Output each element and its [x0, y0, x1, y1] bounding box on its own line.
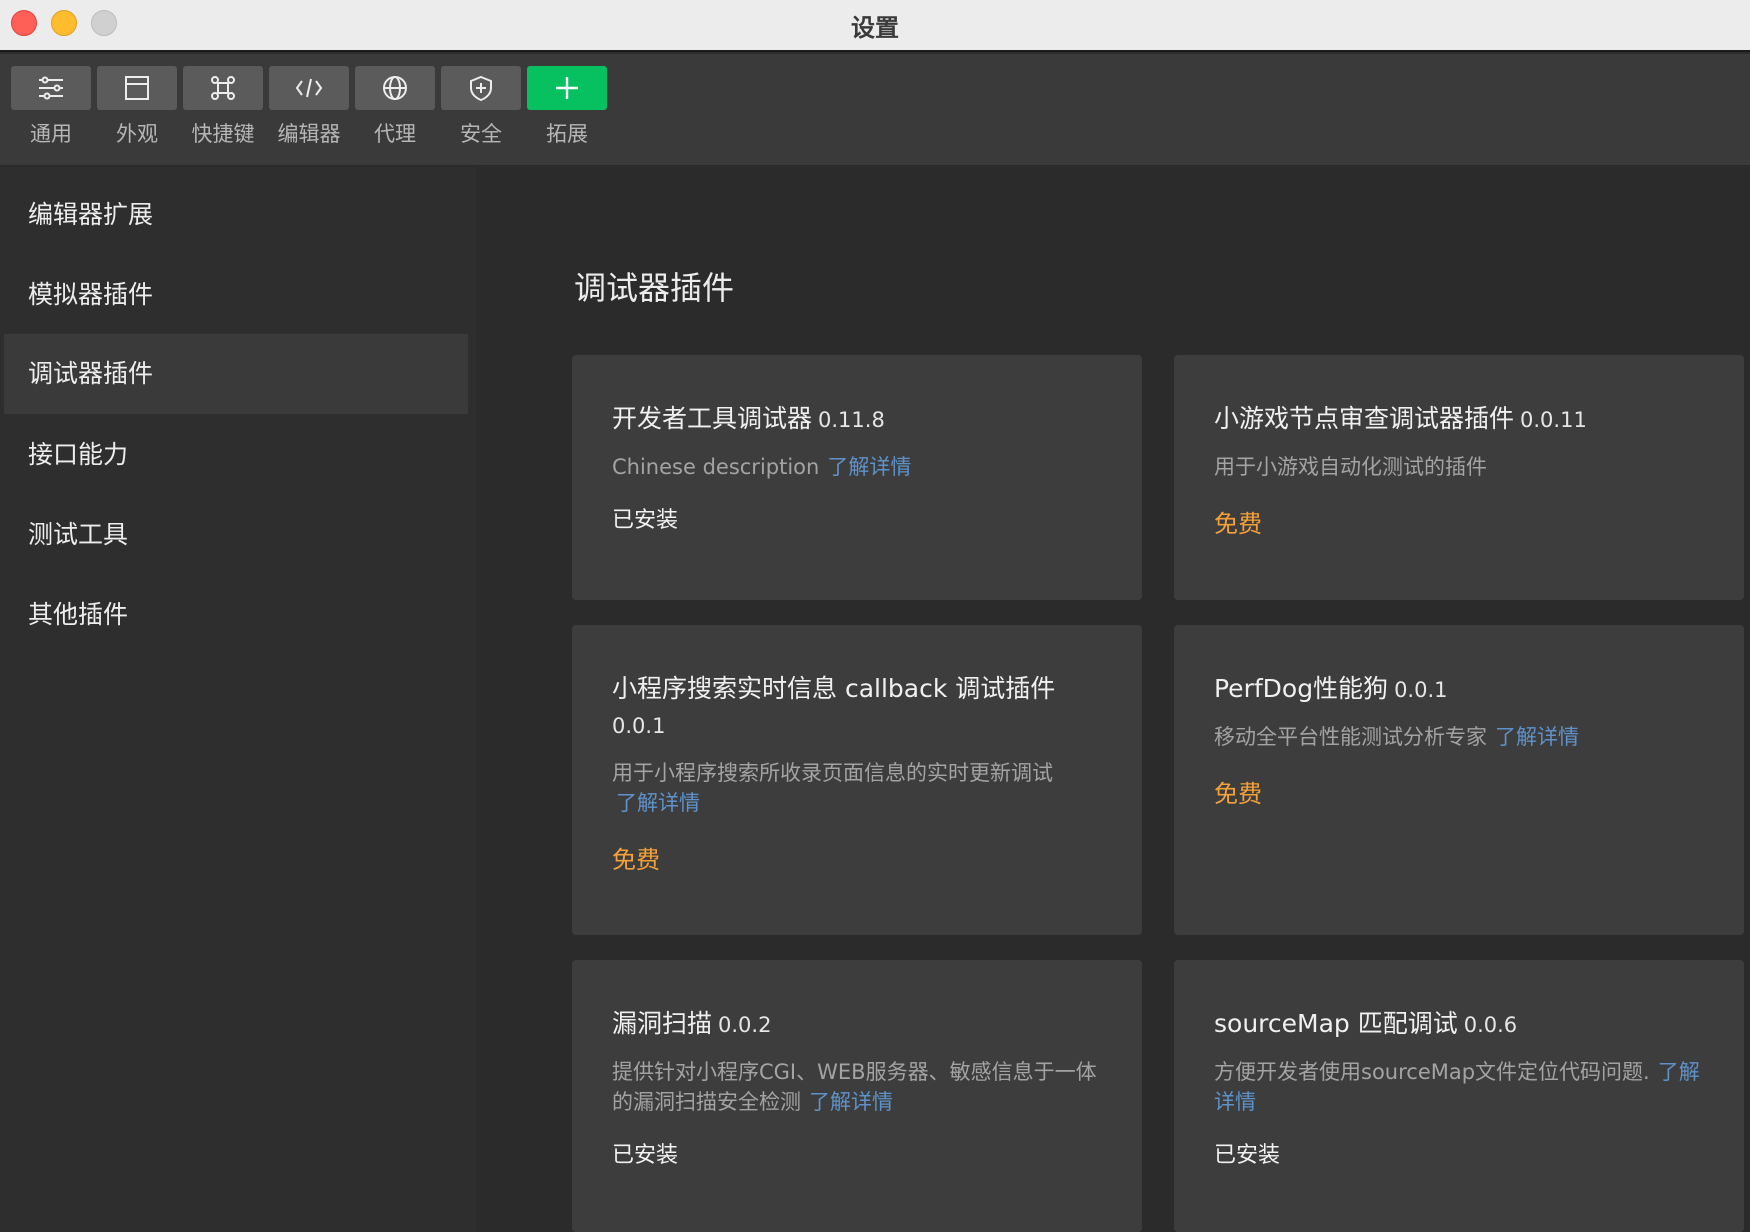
sidebar-item-other-plugins[interactable]: 其他插件: [4, 575, 468, 655]
tab-proxy-label: 代理: [374, 122, 416, 146]
page-title: 调试器插件: [574, 269, 735, 307]
settings-toolbar: 通用 外观 快捷键 编辑器 代理 安全 拓展: [0, 54, 1750, 166]
plugin-title: 小程序搜索实时信息 callback 调试插件 0.0.1: [612, 671, 1102, 744]
sidebar-item-editor-extensions[interactable]: 编辑器扩展: [4, 175, 468, 255]
tab-appearance[interactable]: 外观: [96, 66, 178, 162]
plugin-description: 方便开发者使用sourceMap文件定位代码问题. 了解详情: [1214, 1057, 1704, 1117]
plugin-description: Chinese description 了解详情: [612, 452, 1102, 482]
tab-extensions-label: 拓展: [546, 122, 588, 146]
command-icon: [183, 66, 263, 110]
plugin-version: 0.0.2: [718, 1013, 772, 1037]
plugin-description: 提供针对小程序CGI、WEB服务器、敏感信息于一体的漏洞扫描安全检测 了解详情: [612, 1057, 1102, 1117]
plugin-title: PerfDog性能狗 0.0.1: [1214, 671, 1704, 708]
plugin-name: sourceMap 匹配调试: [1214, 1009, 1458, 1038]
tab-shortcuts-label: 快捷键: [191, 122, 255, 146]
plus-icon: [527, 66, 607, 110]
plugin-card[interactable]: 小程序搜索实时信息 callback 调试插件 0.0.1 用于小程序搜索所收录页…: [572, 625, 1142, 935]
tab-shortcuts[interactable]: 快捷键: [182, 66, 264, 162]
plugin-description: 移动全平台性能测试分析专家 了解详情: [1214, 722, 1704, 752]
globe-icon: [355, 66, 435, 110]
tab-general-label: 通用: [30, 122, 72, 146]
plugin-version: 0.11.8: [818, 408, 885, 432]
plugin-description-text: 移动全平台性能测试分析专家: [1214, 725, 1487, 749]
tab-appearance-label: 外观: [116, 122, 158, 146]
plugin-title: sourceMap 匹配调试 0.0.6: [1214, 1006, 1704, 1043]
plugin-status: 已安装: [612, 508, 679, 533]
plugin-version: 0.0.6: [1463, 1013, 1518, 1037]
plugin-status: 已安装: [1214, 1143, 1281, 1168]
plugin-price: 免费: [1214, 510, 1262, 538]
plugin-name: PerfDog性能狗: [1214, 674, 1389, 703]
tab-editor[interactable]: 编辑器: [268, 66, 350, 162]
plugin-card[interactable]: sourceMap 匹配调试 0.0.6 方便开发者使用sourceMap文件定位…: [1174, 960, 1744, 1232]
plugin-description-text: Chinese description: [612, 455, 820, 479]
learn-more-link[interactable]: 了解详情: [809, 1090, 893, 1114]
plugin-status: 已安装: [612, 1143, 679, 1168]
plugin-name: 小程序搜索实时信息 callback 调试插件: [612, 674, 1056, 703]
window-title: 设置: [851, 14, 899, 42]
learn-more-link[interactable]: 了解详情: [616, 791, 700, 815]
sidebar: 编辑器扩展 模拟器插件 调试器插件 接口能力 测试工具 其他插件: [0, 167, 476, 1232]
plugin-version: 0.0.1: [1394, 678, 1448, 702]
tab-proxy[interactable]: 代理: [354, 66, 436, 162]
plugin-description: 用于小游戏自动化测试的插件: [1214, 452, 1704, 482]
plugin-card[interactable]: 开发者工具调试器 0.11.8 Chinese description 了解详情 已…: [572, 355, 1142, 600]
plugin-description-text: 用于小程序搜索所收录页面信息的实时更新调试: [612, 761, 1053, 785]
plugin-title: 小游戏节点审查调试器插件 0.0.11: [1214, 401, 1704, 438]
tab-security[interactable]: 安全: [440, 66, 522, 162]
plugin-description-text: 用于小游戏自动化测试的插件: [1214, 455, 1487, 479]
sliders-icon: [11, 66, 91, 110]
title-bar: 设置: [0, 0, 1750, 52]
plugin-name: 开发者工具调试器: [612, 404, 813, 433]
tab-extensions[interactable]: 拓展: [526, 66, 608, 162]
plugin-card[interactable]: 小游戏节点审查调试器插件 0.0.11 用于小游戏自动化测试的插件 免费: [1174, 355, 1744, 600]
main-panel: 调试器插件 开发者工具调试器 0.11.8 Chinese description…: [476, 167, 1750, 1232]
learn-more-link[interactable]: 了解详情: [1495, 725, 1579, 749]
learn-more-link[interactable]: 了解详情: [827, 455, 911, 479]
plugin-card[interactable]: 漏洞扫描 0.0.2 提供针对小程序CGI、WEB服务器、敏感信息于一体的漏洞扫描…: [572, 960, 1142, 1232]
sidebar-item-debugger-plugins[interactable]: 调试器插件: [4, 334, 468, 414]
tab-general[interactable]: 通用: [10, 66, 92, 162]
plugin-name: 小游戏节点审查调试器插件: [1214, 404, 1515, 433]
window-icon: [97, 66, 177, 110]
plugin-description-text: 方便开发者使用sourceMap文件定位代码问题.: [1214, 1060, 1650, 1084]
plugin-version: 0.0.11: [1520, 408, 1587, 432]
sidebar-item-simulator-plugins[interactable]: 模拟器插件: [4, 255, 468, 335]
plugin-title: 漏洞扫描 0.0.2: [612, 1006, 1102, 1043]
tab-editor-label: 编辑器: [277, 122, 341, 146]
plugin-version: 0.0.1: [612, 714, 666, 738]
plugin-title: 开发者工具调试器 0.11.8: [612, 401, 1102, 438]
plugin-price: 免费: [612, 846, 660, 874]
plugin-card[interactable]: PerfDog性能狗 0.0.1 移动全平台性能测试分析专家 了解详情 免费: [1174, 625, 1744, 935]
sidebar-item-api-capabilities[interactable]: 接口能力: [4, 415, 468, 495]
code-icon: [269, 66, 349, 110]
plugin-description: 用于小程序搜索所收录页面信息的实时更新调试了解详情: [612, 758, 1102, 818]
shield-icon: [441, 66, 521, 110]
tab-security-label: 安全: [460, 122, 502, 146]
plugin-price: 免费: [1214, 780, 1262, 808]
sidebar-item-test-tools[interactable]: 测试工具: [4, 495, 468, 575]
plugin-name: 漏洞扫描: [612, 1009, 713, 1038]
